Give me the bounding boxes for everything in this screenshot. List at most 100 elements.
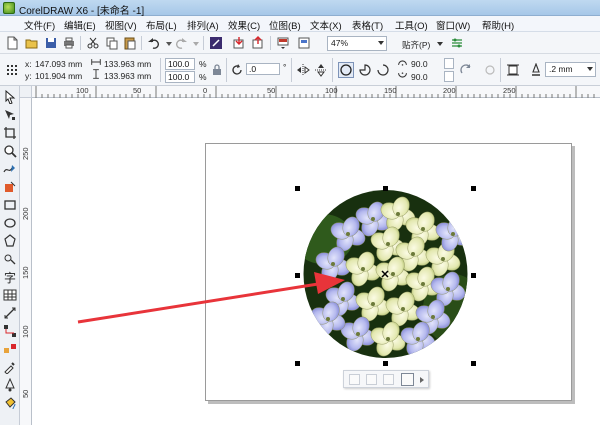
- freehand-tool-icon[interactable]: [3, 162, 17, 176]
- redo-dropdown-icon[interactable]: [189, 36, 203, 50]
- object-origin-icon[interactable]: [5, 63, 19, 77]
- selection-handle-right[interactable]: [471, 273, 476, 278]
- arc-end-spinner[interactable]: [444, 71, 454, 82]
- chevron-down-icon: [378, 41, 384, 45]
- lock-contents-button[interactable]: [401, 373, 414, 386]
- scale-x-field[interactable]: 100.0: [165, 58, 195, 70]
- paste-icon[interactable]: [123, 36, 137, 50]
- direction-toggle-icon[interactable]: [459, 63, 473, 77]
- polygon-tool-icon[interactable]: [3, 234, 17, 248]
- interactive-blend-tool-icon[interactable]: [3, 342, 17, 356]
- ellipse-tool-icon[interactable]: [3, 216, 17, 230]
- menu-layout[interactable]: 布局(L): [146, 18, 177, 32]
- object-height-value[interactable]: 133.963 mm: [104, 71, 151, 81]
- edit-powerclip-button[interactable]: [349, 374, 360, 385]
- outline-tool-icon[interactable]: [3, 378, 17, 392]
- options-icon[interactable]: [450, 36, 464, 50]
- selection-handle-bottom[interactable]: [383, 361, 388, 366]
- menu-file[interactable]: 文件(F): [24, 18, 55, 32]
- menu-effects[interactable]: 效果(C): [228, 18, 260, 32]
- dimension-tool-icon[interactable]: [3, 306, 17, 320]
- svg-text:字: 字: [4, 270, 16, 284]
- vertical-ruler[interactable]: 250 200 150 100 50: [20, 98, 32, 425]
- zoom-tool-icon[interactable]: [3, 144, 17, 158]
- arc-shape-icon[interactable]: [376, 63, 390, 77]
- redo-icon[interactable]: [174, 36, 188, 50]
- selection-handle-bottom-right[interactable]: [471, 361, 476, 366]
- connector-tool-icon[interactable]: [3, 324, 17, 338]
- ellipse-shape-icon[interactable]: [338, 62, 354, 78]
- arc-end-angle-icon: [398, 72, 407, 78]
- print-icon[interactable]: [62, 36, 76, 50]
- application-launcher-icon[interactable]: [276, 36, 290, 50]
- arc-start-angle-value[interactable]: 90.0: [411, 59, 428, 69]
- menu-view[interactable]: 视图(V): [105, 18, 137, 32]
- pick-tool-icon[interactable]: [3, 90, 17, 104]
- y-position-value[interactable]: 101.904 mm: [35, 71, 82, 81]
- wrap-text-icon[interactable]: [506, 63, 520, 77]
- selection-handle-top-right[interactable]: [471, 186, 476, 191]
- cut-icon[interactable]: [86, 36, 100, 50]
- crop-tool-icon[interactable]: [3, 126, 17, 140]
- mirror-vertical-icon[interactable]: [314, 63, 328, 77]
- outline-width-dropdown[interactable]: .2 mm: [545, 62, 596, 77]
- h-ruler-label: 250: [503, 86, 516, 95]
- chevron-down-icon: [587, 67, 593, 71]
- convert-to-curves-icon[interactable]: [483, 63, 497, 77]
- table-tool-icon[interactable]: [3, 288, 17, 302]
- search-content-icon[interactable]: [209, 36, 223, 50]
- save-icon[interactable]: [44, 36, 58, 50]
- snap-to-label[interactable]: 贴齐(P): [402, 39, 430, 51]
- menu-edit[interactable]: 编辑(E): [64, 18, 96, 32]
- snap-to-chevron-down-icon[interactable]: [437, 42, 443, 46]
- menu-table[interactable]: 表格(T): [352, 18, 383, 32]
- menu-text[interactable]: 文本(X): [310, 18, 342, 32]
- horizontal-ruler[interactable]: 100 50 0 50 100 150 200 250: [32, 86, 600, 98]
- lock-ratio-icon[interactable]: [210, 63, 224, 77]
- menu-bitmaps[interactable]: 位图(B): [269, 18, 301, 32]
- ruler-origin[interactable]: [20, 86, 32, 98]
- degree-unit: °: [283, 62, 287, 72]
- rotation-angle-field[interactable]: .0: [246, 63, 280, 75]
- menu-arrange[interactable]: 排列(A): [187, 18, 219, 32]
- basic-shapes-tool-icon[interactable]: [3, 252, 17, 266]
- zoom-level-dropdown[interactable]: 47%: [327, 36, 387, 51]
- selection-handle-left[interactable]: [295, 273, 300, 278]
- undo-icon[interactable]: [147, 36, 161, 50]
- selection-handle-top[interactable]: [383, 186, 388, 191]
- open-folder-icon[interactable]: [25, 36, 39, 50]
- shape-tool-icon[interactable]: [3, 108, 17, 122]
- toolbar-separator: [141, 36, 142, 50]
- selection-handle-bottom-left[interactable]: [295, 361, 300, 366]
- selection-handle-top-left[interactable]: [295, 186, 300, 191]
- x-position-value[interactable]: 147.093 mm: [35, 59, 82, 69]
- text-tool-icon[interactable]: 字: [3, 270, 17, 284]
- welcome-screen-icon[interactable]: [297, 36, 311, 50]
- new-document-icon[interactable]: [5, 36, 19, 50]
- export-icon[interactable]: [251, 36, 265, 50]
- arc-start-spinner[interactable]: [444, 58, 454, 69]
- arc-start-angle-icon: [398, 60, 407, 66]
- menu-help[interactable]: 帮助(H): [482, 18, 514, 32]
- import-icon[interactable]: [232, 36, 246, 50]
- menu-window[interactable]: 窗口(W): [436, 18, 470, 32]
- select-contents-button[interactable]: [366, 374, 377, 385]
- toolbar-separator: [226, 58, 227, 82]
- toolbar-separator: [332, 58, 333, 82]
- rectangle-tool-icon[interactable]: [3, 198, 17, 212]
- object-width-value[interactable]: 133.963 mm: [104, 59, 151, 69]
- chevron-right-icon[interactable]: [419, 376, 425, 384]
- color-eyedropper-tool-icon[interactable]: [3, 360, 17, 374]
- smart-fill-tool-icon[interactable]: [3, 180, 17, 194]
- menu-tools[interactable]: 工具(O): [395, 18, 428, 32]
- window-title: CorelDRAW X6 - [未命名 -1]: [19, 6, 145, 17]
- fill-tool-icon[interactable]: [3, 396, 17, 410]
- h-ruler-label: 50: [133, 86, 142, 95]
- toolbar-separator: [203, 36, 204, 50]
- extract-contents-button[interactable]: [383, 374, 394, 385]
- copy-icon[interactable]: [105, 36, 119, 50]
- pie-shape-icon[interactable]: [358, 63, 372, 77]
- scale-y-field[interactable]: 100.0: [165, 71, 195, 83]
- mirror-horizontal-icon[interactable]: [296, 63, 310, 77]
- arc-end-angle-value[interactable]: 90.0: [411, 72, 428, 82]
